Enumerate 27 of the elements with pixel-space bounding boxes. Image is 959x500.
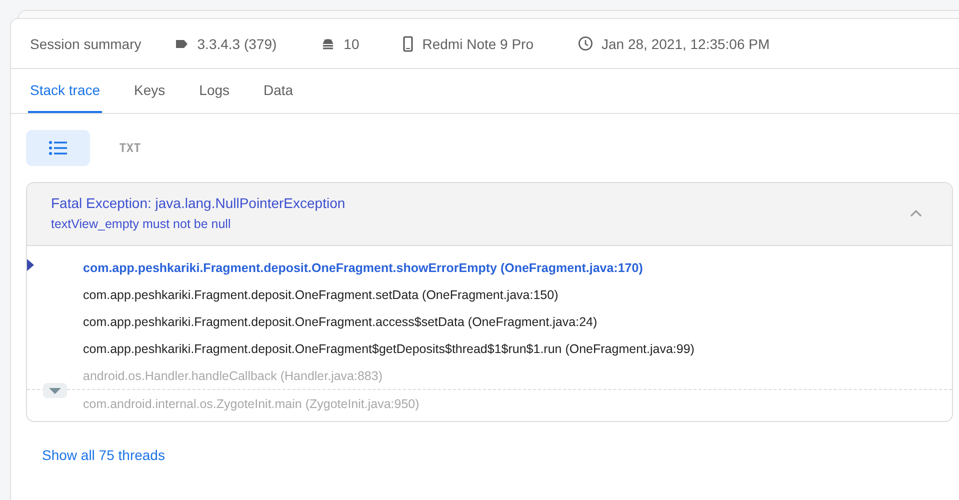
summary-value: Jan 28, 2021, 12:35:06 PM (602, 36, 770, 52)
stack-frame: com.android.internal.os.ZygoteInit.main (ZygoteInit.java:950) (83, 396, 420, 410)
tab[interactable]: Stack trace (28, 69, 102, 113)
stack-frame: com.app.peshkariki.Fragment.deposit.OneFragment.access$setData (OneFragment.java:24) (83, 314, 598, 328)
tab[interactable]: Data (262, 69, 296, 113)
summary-value: 3.3.4.3 (379) (197, 36, 277, 52)
clock-icon (578, 36, 593, 51)
tag-icon (175, 38, 188, 48)
stack-frame: com.app.peshkariki.Fragment.deposit.OneFragment$getDeposits$thread$1$run$1.run (OneFragment.java:99) (83, 342, 694, 356)
summary-value: Redmi Note 9 Pro (422, 36, 534, 52)
stack-frame: com.app.peshkariki.Fragment.deposit.OneFragment.showErrorEmpty (OneFragment.java:170) (83, 260, 643, 274)
list-icon (49, 141, 67, 155)
view-toggle-button[interactable] (26, 130, 90, 166)
stack-frame: android.os.Handler.handleCallback (Handler.java:883) (83, 368, 382, 382)
session-summary-title: Session summary (30, 36, 142, 52)
caret-down-icon (49, 388, 61, 394)
exception-title: Fatal Exception: java.lang.NullPointerException (51, 195, 346, 211)
tab[interactable]: Keys (132, 69, 168, 113)
collapse-caret-icon[interactable] (910, 209, 922, 217)
tab[interactable]: Logs (197, 69, 232, 113)
stack-frame: com.app.peshkariki.Fragment.deposit.OneFragment.setData (OneFragment.java:150) (83, 288, 558, 302)
android-icon (320, 38, 335, 50)
exception-message: textView_empty must not be null (51, 217, 232, 231)
summary-value: 10 (344, 36, 360, 52)
expand-frames-button[interactable] (43, 383, 67, 398)
phone-icon (403, 36, 414, 52)
show-all-threads-link[interactable]: Show all 75 threads (42, 447, 165, 463)
